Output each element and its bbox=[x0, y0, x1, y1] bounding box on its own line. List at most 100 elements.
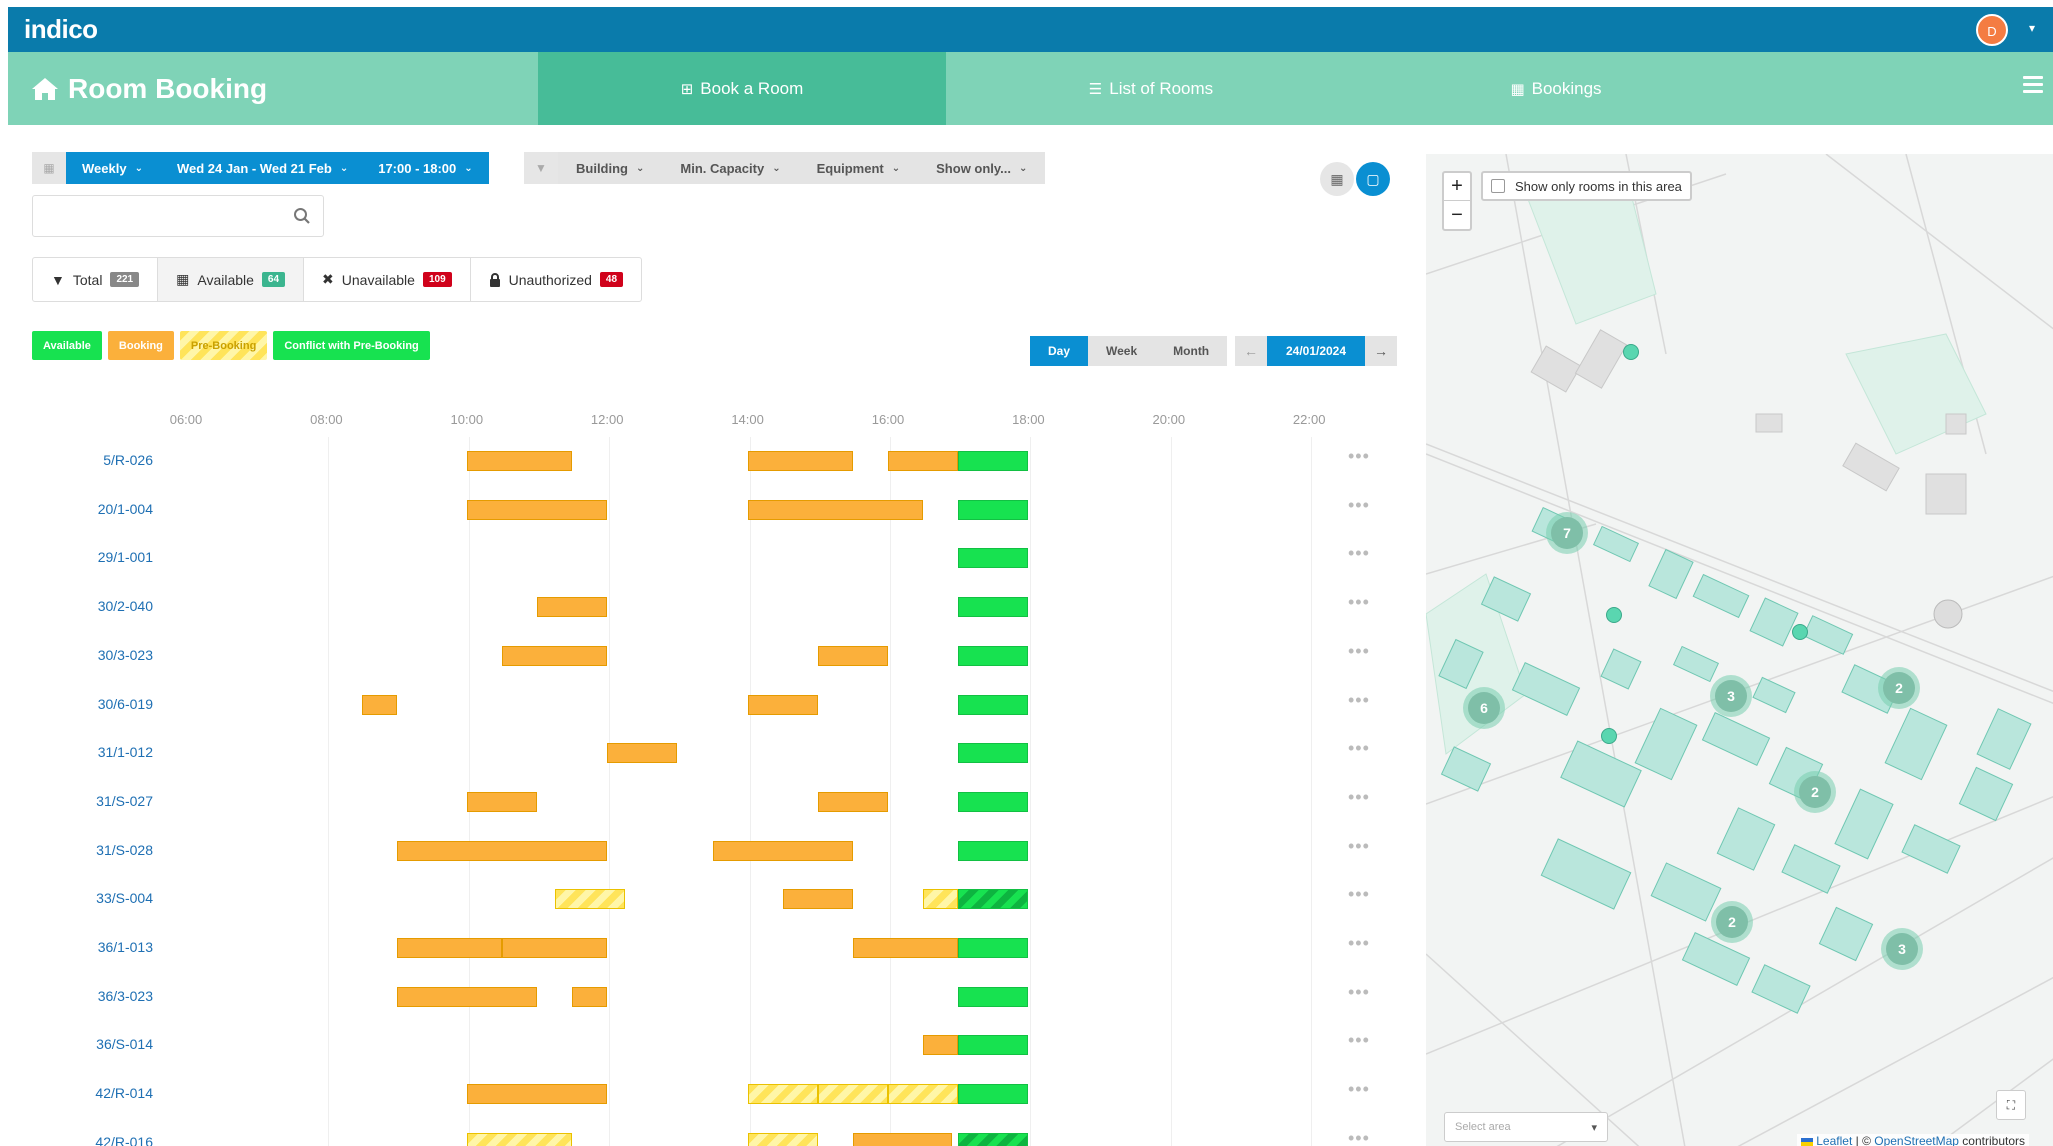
booking-slot[interactable] bbox=[852, 938, 959, 958]
more-options-icon[interactable]: ••• bbox=[1348, 495, 1370, 516]
more-options-icon[interactable]: ••• bbox=[1348, 690, 1370, 711]
more-options-icon[interactable]: ••• bbox=[1348, 933, 1370, 954]
map-cluster[interactable]: 2 bbox=[1711, 901, 1753, 943]
area-filter-checkbox[interactable] bbox=[1491, 179, 1505, 193]
room-name-link[interactable]: 29/1-001 bbox=[8, 549, 153, 565]
more-options-icon[interactable]: ••• bbox=[1348, 787, 1370, 808]
booking-slot[interactable] bbox=[888, 451, 959, 471]
building-dropdown[interactable]: Building ⌄ bbox=[558, 152, 663, 184]
room-name-link[interactable]: 20/1-004 bbox=[8, 501, 153, 517]
map-pin[interactable] bbox=[1601, 728, 1617, 744]
booking-slot[interactable] bbox=[852, 1132, 953, 1146]
room-name-link[interactable]: 31/S-027 bbox=[8, 793, 153, 809]
pre-slot[interactable] bbox=[923, 889, 959, 910]
openstreetmap-link[interactable]: OpenStreetMap bbox=[1874, 1134, 1959, 1146]
room-name-link[interactable]: 42/R-016 bbox=[8, 1134, 153, 1146]
booking-slot[interactable] bbox=[361, 694, 397, 715]
map-pin[interactable] bbox=[1606, 607, 1622, 623]
pre-slot[interactable] bbox=[747, 1132, 818, 1146]
arrow-left-icon[interactable]: ← bbox=[1235, 336, 1267, 366]
pre-slot[interactable] bbox=[554, 889, 625, 910]
more-options-icon[interactable]: ••• bbox=[1348, 446, 1370, 467]
zoom-out-button[interactable]: − bbox=[1444, 201, 1470, 229]
stat-total[interactable]: ▼ Total 221 bbox=[33, 258, 159, 301]
booking-slot[interactable] bbox=[501, 645, 608, 666]
available-slot[interactable] bbox=[958, 1035, 1029, 1056]
more-options-icon[interactable]: ••• bbox=[1348, 1030, 1370, 1051]
map-pin[interactable] bbox=[1623, 344, 1639, 360]
tab-list-of-rooms[interactable]: ☰ List of Rooms bbox=[946, 52, 1356, 125]
map-cluster[interactable]: 2 bbox=[1878, 667, 1920, 709]
room-name-link[interactable]: 31/S-028 bbox=[8, 842, 153, 858]
booking-slot[interactable] bbox=[747, 451, 853, 471]
more-options-icon[interactable]: ••• bbox=[1348, 1079, 1370, 1100]
room-name-link[interactable]: 30/2-040 bbox=[8, 598, 153, 614]
conflict-slot[interactable] bbox=[958, 1132, 1029, 1146]
booking-slot[interactable] bbox=[817, 791, 888, 812]
menu-icon[interactable] bbox=[2023, 76, 2043, 94]
available-slot[interactable] bbox=[958, 743, 1029, 764]
room-name-link[interactable]: 30/6-019 bbox=[8, 696, 153, 712]
view-month-button[interactable]: Month bbox=[1155, 336, 1228, 366]
filter-icon[interactable]: ▼ bbox=[524, 152, 558, 184]
legend-pre-booking[interactable]: Pre-Booking bbox=[179, 331, 268, 360]
arrow-right-icon[interactable]: → bbox=[1365, 336, 1397, 366]
pre-slot[interactable] bbox=[466, 1132, 573, 1146]
legend-booking[interactable]: Booking bbox=[107, 331, 174, 360]
search-input[interactable] bbox=[33, 196, 283, 236]
tab-bookings[interactable]: ▦ Bookings bbox=[1356, 52, 1756, 125]
available-slot[interactable] bbox=[958, 840, 1029, 861]
available-slot[interactable] bbox=[958, 1084, 1029, 1105]
room-name-link[interactable]: 42/R-014 bbox=[8, 1085, 153, 1101]
booking-slot[interactable] bbox=[923, 1035, 959, 1056]
available-slot[interactable] bbox=[958, 791, 1029, 812]
room-name-link[interactable]: 36/S-014 bbox=[8, 1036, 153, 1052]
more-options-icon[interactable]: ••• bbox=[1348, 543, 1370, 564]
booking-slot[interactable] bbox=[607, 743, 678, 764]
available-slot[interactable] bbox=[958, 597, 1029, 618]
room-name-link[interactable]: 36/1-013 bbox=[8, 939, 153, 955]
pre-slot[interactable] bbox=[817, 1084, 888, 1105]
recurrence-dropdown[interactable]: Weekly ⌄ bbox=[66, 152, 159, 184]
available-slot[interactable] bbox=[958, 986, 1029, 1007]
legend-available[interactable]: Available bbox=[32, 331, 102, 360]
booking-slot[interactable] bbox=[396, 938, 502, 958]
more-options-icon[interactable]: ••• bbox=[1348, 738, 1370, 759]
show-only-dropdown[interactable]: Show only... ⌄ bbox=[918, 152, 1046, 184]
booking-slot[interactable] bbox=[747, 499, 924, 520]
room-name-link[interactable]: 5/R-026 bbox=[8, 452, 153, 468]
conflict-slot[interactable] bbox=[958, 889, 1029, 910]
pre-slot[interactable] bbox=[888, 1084, 959, 1105]
booking-slot[interactable] bbox=[537, 597, 608, 618]
booking-slot[interactable] bbox=[747, 694, 818, 715]
available-slot[interactable] bbox=[958, 548, 1029, 569]
room-name-link[interactable]: 36/3-023 bbox=[8, 988, 153, 1004]
available-slot[interactable] bbox=[958, 451, 1029, 471]
booking-slot[interactable] bbox=[466, 791, 537, 812]
more-options-icon[interactable]: ••• bbox=[1348, 836, 1370, 857]
page-title[interactable]: Room Booking bbox=[30, 52, 267, 125]
select-area-dropdown[interactable]: Select area ▾ bbox=[1444, 1112, 1608, 1142]
zoom-in-button[interactable]: + bbox=[1444, 173, 1470, 201]
tab-book-a-room[interactable]: ⊞ Book a Room bbox=[538, 52, 946, 125]
indico-logo[interactable]: indico bbox=[24, 14, 98, 45]
more-options-icon[interactable]: ••• bbox=[1348, 641, 1370, 662]
stat-unauthorized[interactable]: Unauthorized 48 bbox=[471, 258, 641, 301]
view-day-button[interactable]: Day bbox=[1030, 336, 1089, 366]
available-slot[interactable] bbox=[958, 499, 1029, 520]
room-map[interactable]: 7 6 3 2 2 2 3 bbox=[1426, 154, 2053, 1146]
room-name-link[interactable]: 33/S-004 bbox=[8, 890, 153, 906]
calendar-icon[interactable]: ▦ bbox=[32, 152, 66, 184]
time-range-dropdown[interactable]: 17:00 - 18:00 ⌄ bbox=[362, 152, 489, 184]
booking-slot[interactable] bbox=[396, 986, 537, 1007]
fullscreen-icon[interactable]: ⛶ bbox=[1996, 1090, 2026, 1120]
capacity-dropdown[interactable]: Min. Capacity ⌄ bbox=[662, 152, 799, 184]
pre-slot[interactable] bbox=[747, 1084, 818, 1105]
more-options-icon[interactable]: ••• bbox=[1348, 884, 1370, 905]
map-cluster[interactable]: 7 bbox=[1546, 512, 1588, 554]
equipment-dropdown[interactable]: Equipment ⌄ bbox=[798, 152, 919, 184]
room-name-link[interactable]: 31/1-012 bbox=[8, 744, 153, 760]
calendar-view-icon[interactable]: ▢ bbox=[1356, 162, 1390, 196]
more-options-icon[interactable]: ••• bbox=[1348, 1128, 1370, 1146]
legend-conflict[interactable]: Conflict with Pre-Booking bbox=[273, 331, 430, 360]
